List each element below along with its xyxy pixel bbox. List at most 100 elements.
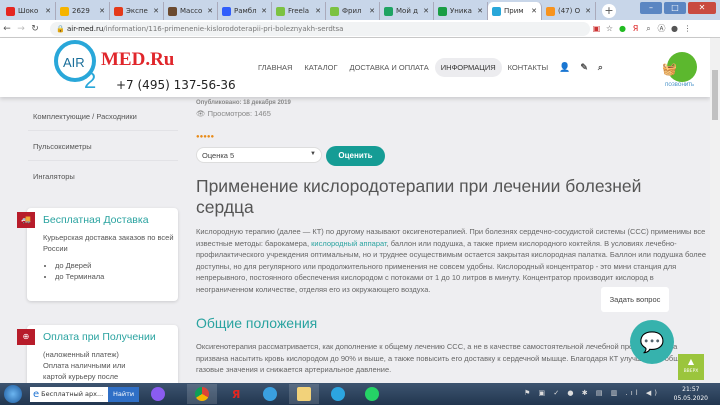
bookmark-star-icon[interactable]: ☆	[603, 24, 616, 33]
chat-button[interactable]: 💬	[630, 320, 674, 364]
menu-catalog[interactable]: КАТАЛОГ	[298, 58, 343, 77]
user-icon[interactable]: 👤	[559, 62, 570, 73]
close-tab-icon[interactable]: ✕	[45, 7, 51, 15]
chat-bubbles-icon: 💬	[639, 330, 665, 354]
scrollbar-thumb[interactable]	[712, 70, 718, 120]
chevron-down-icon: ▼	[310, 151, 316, 157]
menu-contacts[interactable]: КОНТАКТЫ	[502, 58, 554, 77]
call-label[interactable]: ПОЗВОНИТЬ	[665, 83, 694, 88]
chrome-icon[interactable]	[187, 384, 218, 404]
close-tab-icon[interactable]: ✕	[531, 7, 537, 15]
tab-title: 2629	[72, 7, 90, 15]
close-tab-icon[interactable]: ✕	[585, 7, 591, 15]
tab-title: (47) О	[558, 7, 581, 15]
tab-title: Фрил	[342, 7, 362, 15]
scroll-to-top-button[interactable]: ▲ ВВЕРХ	[678, 354, 704, 380]
maximize-button[interactable]: □	[664, 2, 686, 14]
up-label: ВВЕРХ	[683, 369, 699, 374]
sidebar-item-parts[interactable]: Комплектующие / Расходники	[33, 112, 137, 121]
cart-icon[interactable]: 🧺	[662, 62, 677, 76]
close-tab-icon[interactable]: ✕	[477, 7, 483, 15]
close-tab-icon[interactable]: ✕	[423, 7, 429, 15]
menu-information[interactable]: ИНФОРМАЦИЯ	[434, 58, 502, 77]
menu-delivery[interactable]: ДОСТАВКА И ОПЛАТА	[344, 58, 435, 77]
forward-icon[interactable]: →	[14, 24, 28, 34]
translate-extension-icon[interactable]: Ⓐ	[655, 23, 668, 34]
plus-icon	[438, 6, 447, 16]
system-tray-icons[interactable]: ⚑ ▣ ✓ ● ✱ ▤ ▥ .ıl ◀)	[524, 389, 660, 397]
rate-button[interactable]: Оценить	[326, 146, 385, 166]
browser-tab[interactable]: Массо ✕	[164, 2, 218, 20]
browser-tab[interactable]: Уника ✕	[434, 2, 488, 20]
ie-icon: e	[33, 388, 40, 400]
truck-icon: 🚚	[17, 212, 35, 228]
taskbar-search-button[interactable]: Найти	[108, 386, 140, 402]
logo-air[interactable]: AIR	[63, 55, 85, 70]
sidebar-item-pulse-oximeters[interactable]: Пульсоксиметры	[33, 142, 92, 151]
close-tab-icon[interactable]: ✕	[153, 7, 159, 15]
back-icon[interactable]: ←	[0, 24, 14, 34]
url-input[interactable]: 🔒 air-med.ru/information/116-primenenie-…	[50, 21, 590, 36]
reload-icon[interactable]: ↻	[28, 24, 42, 34]
browser-tab[interactable]: Рамбл ✕	[218, 2, 272, 20]
clock[interactable]: 21:57 05.05.2020	[674, 385, 708, 403]
browser-tab[interactable]: (47) О ✕	[542, 2, 596, 20]
list-item: до Дверей	[55, 260, 178, 271]
browser-tab[interactable]: Шоко ✕	[2, 2, 56, 20]
telegram-icon[interactable]	[323, 384, 353, 404]
tab-title: Рамбл	[234, 7, 257, 15]
browser-tab[interactable]: Мой д ✕	[380, 2, 434, 20]
search-icon[interactable]: ⌕	[598, 62, 603, 73]
freelance-icon	[276, 6, 285, 16]
sidebar-item-inhalers[interactable]: Ингаляторы	[33, 172, 75, 181]
close-tab-icon[interactable]: ✕	[315, 7, 321, 15]
mail-icon	[60, 6, 69, 16]
pencil-icon[interactable]: ✎	[580, 62, 588, 73]
file-explorer-icon[interactable]	[289, 384, 320, 404]
browser-tab[interactable]: Экспе ✕	[110, 2, 164, 20]
taskbar-search-input[interactable]: e Бесплатный арх...	[30, 386, 108, 402]
close-window-button[interactable]: ✕	[688, 2, 716, 14]
clock-date: 05.05.2020	[673, 395, 708, 402]
payment-title[interactable]: Оплата при Получении	[43, 332, 178, 343]
browser-tab[interactable]: Прим ✕	[488, 2, 542, 20]
close-tab-icon[interactable]: ✕	[261, 7, 267, 15]
tab-strip: Шоко ✕ 2629 ✕ Экспе ✕ Массо ✕ Рамбл ✕ Freela ✕ Фрил ✕…	[0, 0, 720, 20]
logo-med[interactable]: MED.Ru	[101, 49, 174, 71]
yandex-browser-icon[interactable]: Я	[221, 384, 251, 404]
browser-tab[interactable]: Фрил ✕	[326, 2, 380, 20]
yandex-extension-icon[interactable]: Я	[629, 24, 642, 33]
ask-question-tooltip: Задать вопрос	[601, 287, 669, 312]
phone-number[interactable]: +7 (495) 137-56-36	[116, 78, 236, 92]
logo-2: 2	[84, 68, 97, 93]
url-path: /information/116-primenenie-kislorodoter…	[103, 24, 344, 33]
airmed-icon	[492, 6, 501, 16]
close-tab-icon[interactable]: ✕	[207, 7, 213, 15]
rambler-icon	[222, 6, 231, 16]
check-extension-icon[interactable]: ●	[616, 24, 629, 33]
minimize-button[interactable]: –	[640, 2, 662, 14]
profile-avatar-icon[interactable]: ●	[668, 24, 681, 33]
windows-start-button[interactable]	[4, 385, 22, 403]
new-tab-button[interactable]: +	[602, 4, 616, 18]
browser-tab[interactable]: 2629 ✕	[56, 2, 110, 20]
close-tab-icon[interactable]: ✕	[99, 7, 105, 15]
tab-title: Freela	[288, 7, 310, 15]
free-delivery-title[interactable]: Бесплатная Доставка	[43, 215, 178, 226]
menu-home[interactable]: ГЛАВНАЯ	[252, 58, 298, 77]
free-delivery-card: 🚚 Бесплатная Доставка Курьерская доставк…	[17, 208, 178, 301]
free-delivery-text: Курьерская доставка заказов по всей Росс…	[43, 233, 174, 253]
lifebuoy-icon: ⊕	[17, 329, 35, 345]
menu-kebab-icon[interactable]: ⋮	[681, 24, 694, 33]
alice-icon[interactable]	[143, 384, 173, 404]
site-header: AIR 2 MED.Ru +7 (495) 137-56-36 ГЛАВНАЯ …	[0, 38, 710, 97]
24-app-icon[interactable]	[255, 384, 285, 404]
taskbar: e Бесплатный арх... Найти Я ⚑ ▣ ✓ ● ✱ ▤ ▥…	[0, 383, 720, 405]
rating-select[interactable]: Оценка 5 ▼	[196, 147, 322, 163]
oxygen-device-link[interactable]: кислородный аппарат	[311, 239, 386, 248]
browser-tab[interactable]: Freela ✕	[272, 2, 326, 20]
whatsapp-icon[interactable]	[357, 384, 387, 404]
close-tab-icon[interactable]: ✕	[369, 7, 375, 15]
blocked-icon[interactable]: ▣	[590, 24, 603, 33]
search-extension-icon[interactable]: ⌕	[642, 24, 655, 34]
